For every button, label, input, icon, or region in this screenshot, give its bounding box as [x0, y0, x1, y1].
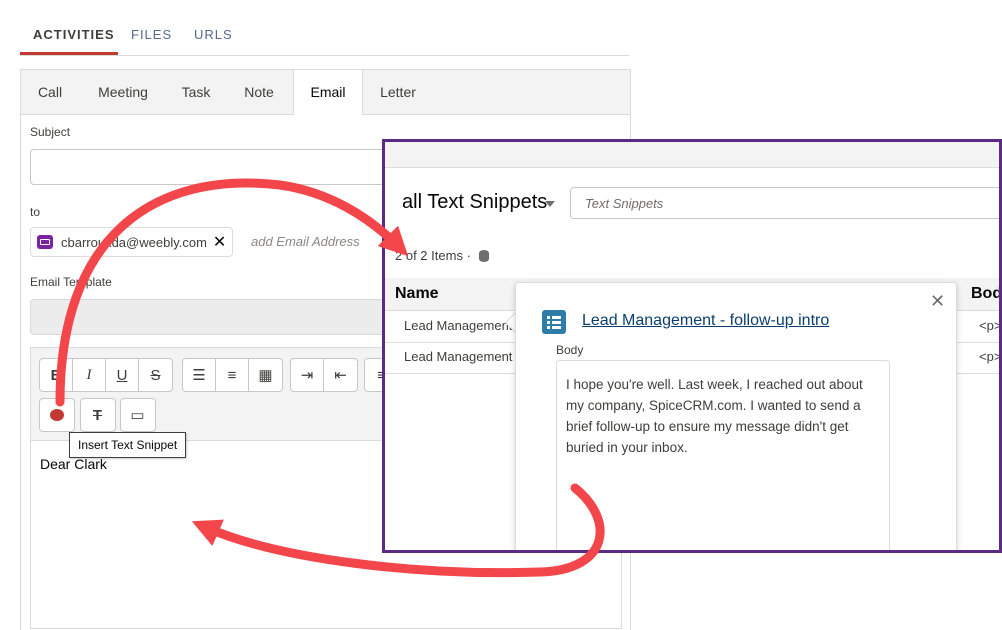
arrow-to-body	[191, 483, 605, 578]
arrow-to-snippets	[55, 178, 409, 407]
annotation-arrows	[55, 178, 605, 578]
